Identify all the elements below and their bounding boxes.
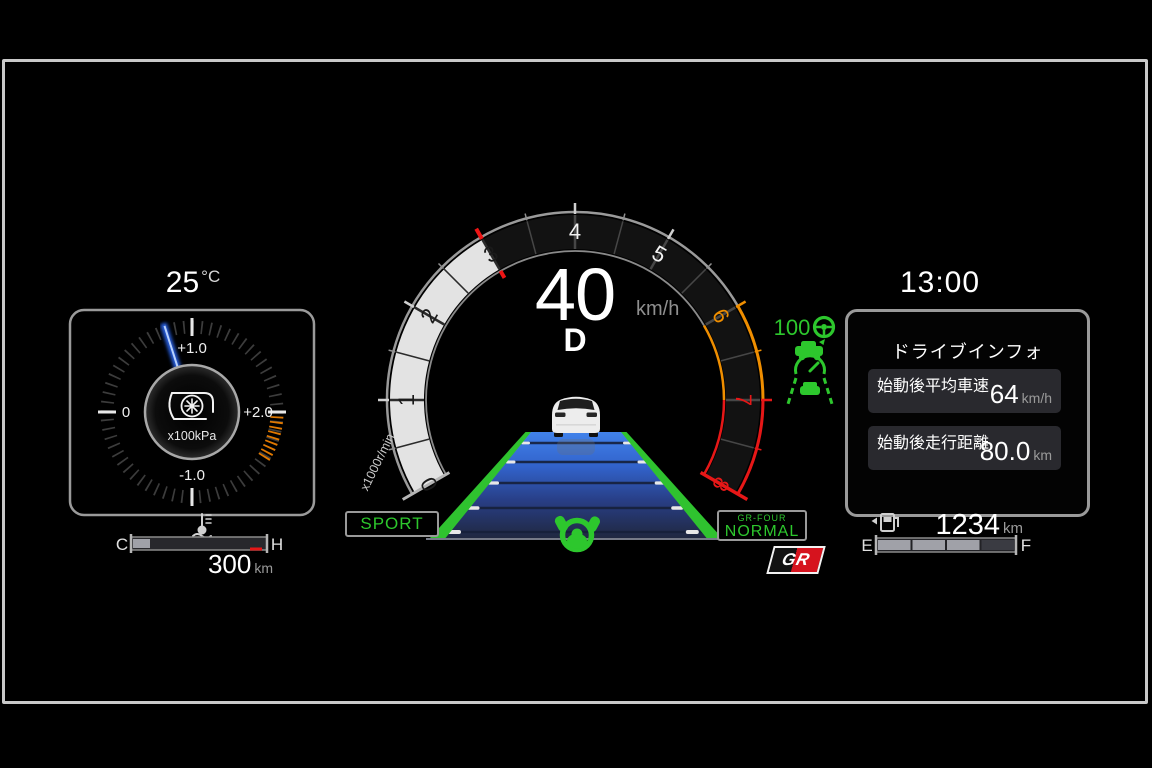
boost-label-left: 0	[122, 404, 130, 421]
gear-indicator: D	[540, 322, 610, 359]
driver-assist-indicators: 100	[765, 308, 857, 408]
radar-cruise-icon	[788, 339, 832, 404]
fuel-label-full: F	[1021, 536, 1031, 555]
outside-temperature-unit: °C	[201, 267, 220, 286]
drive-info-unit: km	[1033, 447, 1052, 463]
drive-info-value: 64	[990, 379, 1019, 409]
coolant-bar-fill	[133, 539, 150, 548]
drive-info-title: ドライブインフォ	[848, 338, 1087, 364]
boost-label-right: +2.0	[243, 404, 273, 421]
boost-label-top: +1.0	[177, 340, 207, 357]
fuel-label-empty: E	[861, 536, 872, 555]
road-scene	[426, 397, 726, 550]
odometer-unit: km	[254, 560, 273, 576]
outside-temperature-value: 25	[166, 266, 199, 299]
drive-info-unit: km/h	[1022, 390, 1052, 406]
boost-label-bottom: -1.0	[179, 467, 205, 484]
drive-info-label: 始動後走行距離	[877, 429, 989, 453]
drive-info-row-distance: 始動後走行距離 80.0km	[868, 426, 1061, 470]
speed-unit: km/h	[636, 298, 706, 321]
tach-unit-label: x1000r/min	[358, 431, 398, 493]
outside-temperature: 25°C	[118, 266, 268, 300]
fuel-pump-icon	[872, 514, 899, 531]
odometer-value: 300	[208, 549, 251, 579]
car-icon	[552, 397, 600, 437]
fuel-range-unit: km	[1003, 520, 1023, 537]
car-reflection	[557, 439, 595, 455]
drive-info-panel: ドライブインフォ 始動後平均車速 64km/h 始動後走行距離 80.0km	[845, 309, 1090, 517]
awd-system-label: GR-FOUR	[719, 514, 805, 523]
lane-assist-wheel-icon	[815, 318, 834, 337]
clock: 13:00	[870, 266, 1010, 300]
drive-info-value: 80.0	[980, 436, 1031, 466]
svg-text:7: 7	[731, 394, 756, 406]
drive-info-row-average-speed: 始動後平均車速 64km/h	[868, 369, 1061, 413]
boost-unit-label: x100kPa	[168, 429, 217, 443]
drive-info-label: 始動後平均車速	[877, 372, 989, 396]
awd-mode-badge: GR-FOUR NORMAL	[717, 510, 807, 541]
gr-logo: GR	[766, 546, 826, 574]
fuel-range-value: 1234	[935, 509, 1000, 541]
coolant-temp-icon	[193, 514, 211, 538]
fuel-gauge: 1234 km E F	[860, 503, 1040, 559]
drive-mode-badge: SPORT	[345, 511, 439, 537]
boost-gauge: +1.0 0 +2.0 -1.0 x100kPa	[68, 308, 316, 517]
instrument-cluster: { "cluster": { "left": { "outside_temp":…	[0, 0, 1152, 768]
awd-mode-label: NORMAL	[719, 524, 805, 540]
svg-text:1: 1	[394, 394, 419, 406]
assist-set-speed: 100	[774, 315, 811, 340]
svg-text:4: 4	[569, 219, 581, 244]
odometer: 300km	[125, 549, 273, 580]
